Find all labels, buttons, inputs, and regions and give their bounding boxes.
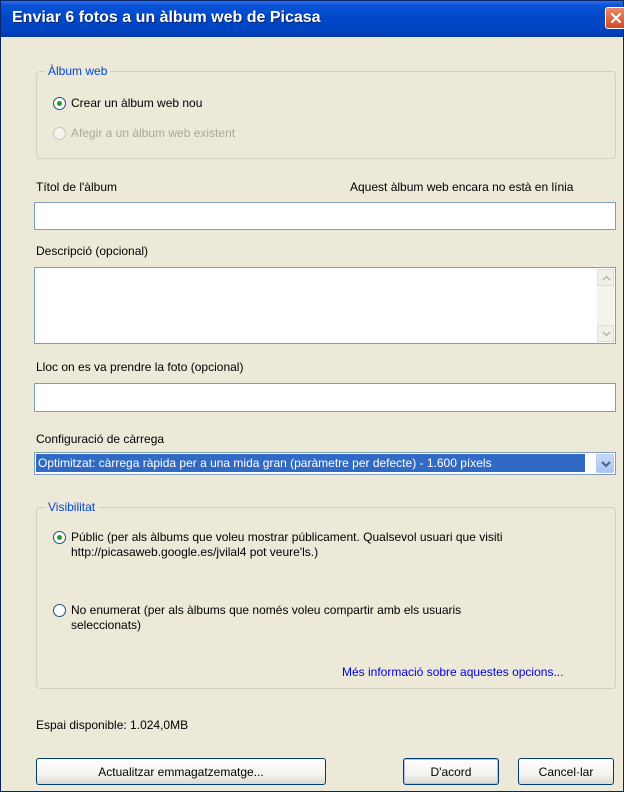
radio-create-new-button[interactable]	[53, 97, 66, 110]
location-input[interactable]	[34, 383, 616, 412]
visibility-group-label: Visibilitat	[45, 500, 99, 514]
description-scrollbar[interactable]	[597, 269, 614, 342]
dropdown-button[interactable]	[596, 454, 614, 473]
description-textarea[interactable]	[34, 267, 616, 344]
upload-settings-value: Optimitzat: càrrega ràpida per a una mid…	[36, 454, 585, 472]
scroll-down-button[interactable]	[597, 325, 614, 342]
radio-add-existing-button[interactable]	[53, 127, 66, 140]
upgrade-storage-button[interactable]: Actualitzar emmagatzematge...	[36, 758, 326, 785]
radio-create-new[interactable]: Crear un àlbum web nou	[53, 96, 202, 111]
radio-unlisted-button[interactable]	[53, 604, 66, 617]
album-title-label: Títol de l'àlbum	[36, 180, 117, 194]
ok-button[interactable]: D'acord	[403, 758, 499, 785]
album-status-text: Aquest àlbum web encara no està en línia	[350, 180, 574, 194]
window-title: Enviar 6 fotos a un àlbum web de Picasa	[12, 9, 321, 26]
radio-create-new-label: Crear un àlbum web nou	[71, 96, 203, 110]
radio-add-existing[interactable]: Afegir a un àlbum web existent	[53, 126, 235, 141]
storage-available: Espai disponible: 1.024,0MB	[36, 718, 189, 732]
dialog-body: Àlbum web Crear un àlbum web nou Afegir …	[1, 37, 623, 791]
location-label: Lloc on es va prendre la foto (opcional)	[36, 360, 244, 374]
radio-public[interactable]: Públic (per als àlbums que voleu mostrar…	[53, 530, 503, 560]
close-button[interactable]	[605, 7, 624, 29]
cancel-button[interactable]: Cancel·lar	[518, 758, 614, 785]
radio-add-existing-label: Afegir a un àlbum web existent	[71, 126, 236, 140]
upload-settings-label: Configuració de càrrega	[36, 432, 165, 446]
chevron-down-icon	[602, 331, 611, 337]
public-text-line1: Públic (per als àlbums que voleu mostrar…	[71, 530, 503, 544]
visibility-group: Visibilitat Públic (per als àlbums que v…	[36, 500, 616, 689]
album-group-label: Àlbum web	[45, 64, 111, 78]
scroll-up-button[interactable]	[597, 269, 614, 286]
unlisted-text-line1: No enumerat (per als àlbums que només vo…	[71, 603, 462, 617]
title-bar[interactable]: Enviar 6 fotos a un àlbum web de Picasa	[1, 1, 624, 37]
radio-public-label: Públic (per als àlbums que voleu mostrar…	[71, 530, 503, 560]
close-icon	[610, 12, 622, 24]
album-group: Àlbum web Crear un àlbum web nou Afegir …	[36, 64, 616, 159]
chevron-up-icon	[602, 275, 611, 281]
upload-dialog: Enviar 6 fotos a un àlbum web de Picasa …	[0, 0, 624, 792]
radio-unlisted-label: No enumerat (per als àlbums que només vo…	[71, 603, 461, 633]
chevron-down-icon	[601, 461, 611, 468]
public-text-line2: http://picasaweb.google.es/jvilal4 pot v…	[71, 545, 319, 559]
radio-unlisted[interactable]: No enumerat (per als àlbums que només vo…	[53, 603, 461, 633]
description-label: Descripció (opcional)	[36, 244, 149, 258]
unlisted-text-line2: seleccionats)	[71, 618, 142, 632]
upload-settings-select[interactable]: Optimitzat: càrrega ràpida per a una mid…	[34, 452, 616, 475]
radio-public-button[interactable]	[53, 531, 66, 544]
more-info-link[interactable]: Més informació sobre aquestes opcions...	[342, 665, 563, 679]
album-title-input[interactable]	[34, 202, 616, 230]
